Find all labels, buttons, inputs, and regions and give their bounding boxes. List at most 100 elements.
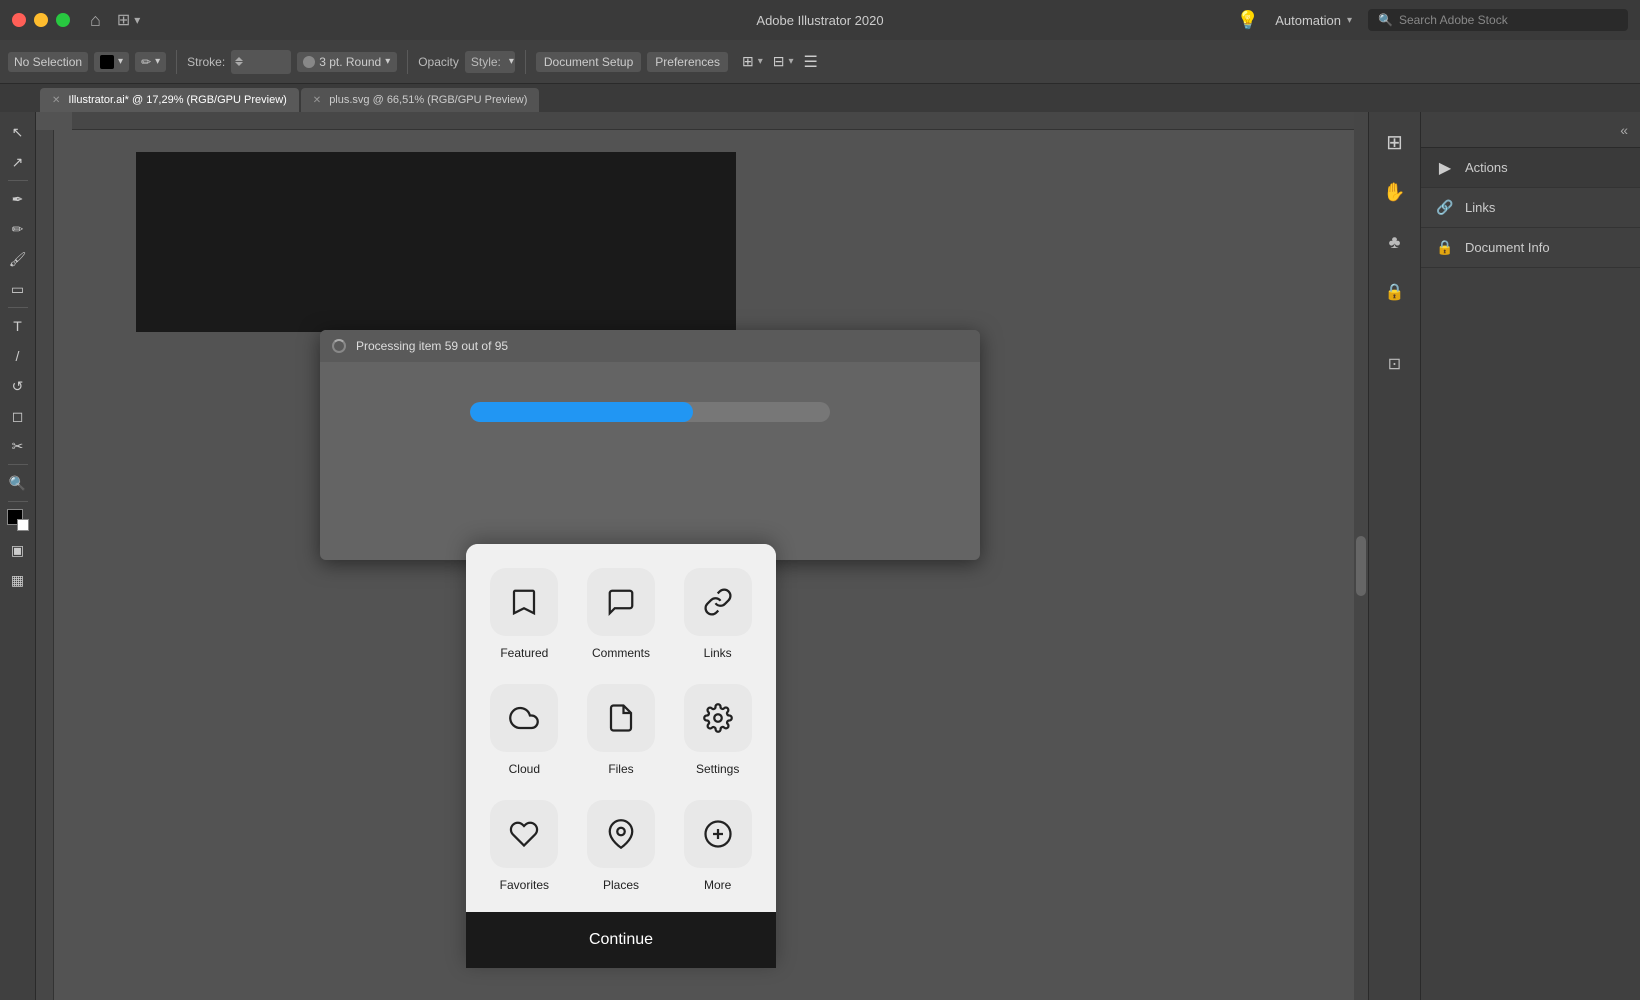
mobile-item-settings[interactable]: Settings <box>669 670 766 786</box>
panel-item-docinfo[interactable]: 🔒 Document Info <box>1421 228 1640 268</box>
panel-item-actions[interactable]: ▶ Actions <box>1421 148 1640 188</box>
stock-search[interactable]: 🔍 Search Adobe Stock <box>1368 9 1628 31</box>
settings-icon-box <box>684 684 752 752</box>
panel-btn-lock[interactable]: 🔒 <box>1369 268 1421 316</box>
tab-label-2: plus.svg @ 66,51% (RGB/GPU Preview) <box>329 94 527 106</box>
view-chevron[interactable]: ▾ <box>758 56 763 67</box>
brush-tool[interactable]: 🖌 <box>4 245 32 273</box>
processing-dialog: Processing item 59 out of 95 <box>320 330 980 560</box>
home-icon[interactable]: ⌂ <box>90 10 101 31</box>
pen-tool[interactable]: ✒ <box>4 185 32 213</box>
file-icon <box>606 703 636 733</box>
mobile-item-cloud[interactable]: Cloud <box>476 670 573 786</box>
canvas-scrollbar[interactable] <box>1354 112 1368 1000</box>
lightbulb-icon[interactable]: 💡 <box>1237 10 1259 31</box>
eraser-tool[interactable]: ◻ <box>4 402 32 430</box>
app-title: Adobe Illustrator 2020 <box>756 13 883 28</box>
zoom-tool[interactable]: 🔍 <box>4 469 32 497</box>
stroke-up[interactable] <box>235 57 243 61</box>
favorites-icon-box <box>490 800 558 868</box>
canvas-area[interactable]: Processing item 59 out of 95 Featured <box>36 112 1368 1000</box>
view-controls[interactable]: ⊞ ▾ <box>742 53 763 70</box>
maximize-button[interactable] <box>56 13 70 27</box>
style-label: Style: <box>471 55 501 69</box>
right-panel: « ▶ Actions 🔗 Links 🔒 Document Info <box>1420 112 1640 1000</box>
tool-separator-4 <box>8 501 28 502</box>
mobile-item-comments[interactable]: Comments <box>573 554 670 670</box>
panel-item-links[interactable]: 🔗 Links <box>1421 188 1640 228</box>
preferences-button[interactable]: Preferences <box>647 52 728 72</box>
mobile-overlay: Featured Comments <box>466 544 776 968</box>
selection-mode[interactable]: No Selection <box>8 52 88 72</box>
direct-select-tool[interactable]: ↗ <box>4 148 32 176</box>
view-grid-icon[interactable]: ⊞ <box>742 53 754 70</box>
separator-3 <box>525 50 526 74</box>
right-panel-header: « <box>1421 112 1640 148</box>
opacity-label: Opacity <box>418 55 459 69</box>
pt-round-label: 3 pt. Round <box>319 55 381 69</box>
align-chevron[interactable]: ▾ <box>788 56 793 67</box>
search-icon: 🔍 <box>1378 13 1393 27</box>
link-icon <box>703 587 733 617</box>
pt-chevron: ▾ <box>385 56 390 67</box>
mobile-item-links[interactable]: Links <box>669 554 766 670</box>
screen-mode-btn[interactable]: ▦ <box>4 566 32 594</box>
panel-btn-grid[interactable]: ⊞ <box>1369 118 1421 166</box>
mobile-item-more[interactable]: More <box>669 786 766 902</box>
stroke-input[interactable] <box>231 50 291 74</box>
fill-stroke-btn[interactable] <box>4 506 32 534</box>
tool-separator-1 <box>8 180 28 181</box>
panel-btn-hand[interactable]: ✋ <box>1369 168 1421 216</box>
progress-bar-container <box>470 402 830 422</box>
pencil-tool[interactable]: ✏ <box>4 215 32 243</box>
stroke-dot <box>303 56 315 68</box>
continue-button[interactable]: Continue <box>466 912 776 968</box>
minimize-button[interactable] <box>34 13 48 27</box>
mobile-item-favorites[interactable]: Favorites <box>476 786 573 902</box>
separator-2 <box>407 50 408 74</box>
document-setup-button[interactable]: Document Setup <box>536 52 641 72</box>
fill-chevron: ▾ <box>118 56 123 67</box>
more-label: More <box>704 878 731 892</box>
stroke-down[interactable] <box>235 62 243 66</box>
collapse-button[interactable]: « <box>1620 122 1628 138</box>
processing-title-bar: Processing item 59 out of 95 <box>320 330 980 362</box>
ruler-top <box>72 112 1354 130</box>
workspace-icon[interactable]: ⊞ <box>117 10 130 30</box>
text-tool[interactable]: T <box>4 312 32 340</box>
mobile-item-files[interactable]: Files <box>573 670 670 786</box>
stroke-style-selector[interactable]: 3 pt. Round ▾ <box>297 52 397 72</box>
settings-label: Settings <box>696 762 739 776</box>
stroke-tool[interactable]: ✏ ▾ <box>135 52 166 72</box>
panel-btn-layers[interactable]: ⊡ <box>1369 340 1421 388</box>
reshape-tool[interactable]: / <box>4 342 32 370</box>
featured-icon-box <box>490 568 558 636</box>
tab-illustrator[interactable]: ✕ Illustrator.ai* @ 17,29% (RGB/GPU Prev… <box>40 88 299 112</box>
scissors-tool[interactable]: ✂ <box>4 432 32 460</box>
style-selector[interactable]: Style: ▾ <box>465 51 515 73</box>
bookmark-icon <box>509 587 539 617</box>
tab-plus-svg[interactable]: ✕ plus.svg @ 66,51% (RGB/GPU Preview) <box>301 88 540 112</box>
align-icon[interactable]: ⊟ <box>773 53 785 70</box>
close-button[interactable] <box>12 13 26 27</box>
mobile-app-grid: Featured Comments <box>466 544 776 912</box>
mobile-item-places[interactable]: Places <box>573 786 670 902</box>
rotate-tool[interactable]: ↺ <box>4 372 32 400</box>
shape-tool[interactable]: ▭ <box>4 275 32 303</box>
processing-text: Processing item 59 out of 95 <box>356 339 508 353</box>
main-area: ↖ ↗ ✒ ✏ 🖌 ▭ T / ↺ ◻ ✂ 🔍 ▣ ▦ <box>0 112 1640 1000</box>
workspace-chevron[interactable]: ▾ <box>134 11 140 29</box>
tab-close-2[interactable]: ✕ <box>313 95 321 106</box>
favorites-label: Favorites <box>500 878 549 892</box>
select-tool[interactable]: ↖ <box>4 118 32 146</box>
workspace-selector[interactable]: Automation ▾ <box>1275 13 1352 28</box>
color-swatch[interactable]: ▾ <box>94 52 129 72</box>
tab-close-1[interactable]: ✕ <box>52 95 60 106</box>
menu-icon[interactable]: ☰ <box>804 52 818 72</box>
scroll-thumb[interactable] <box>1356 536 1366 596</box>
panel-btn-club[interactable]: ♣ <box>1369 218 1421 266</box>
align-controls[interactable]: ⊟ ▾ <box>773 53 794 70</box>
mobile-item-featured[interactable]: Featured <box>476 554 573 670</box>
docinfo-label: Document Info <box>1465 240 1550 255</box>
layer-btn[interactable]: ▣ <box>4 536 32 564</box>
